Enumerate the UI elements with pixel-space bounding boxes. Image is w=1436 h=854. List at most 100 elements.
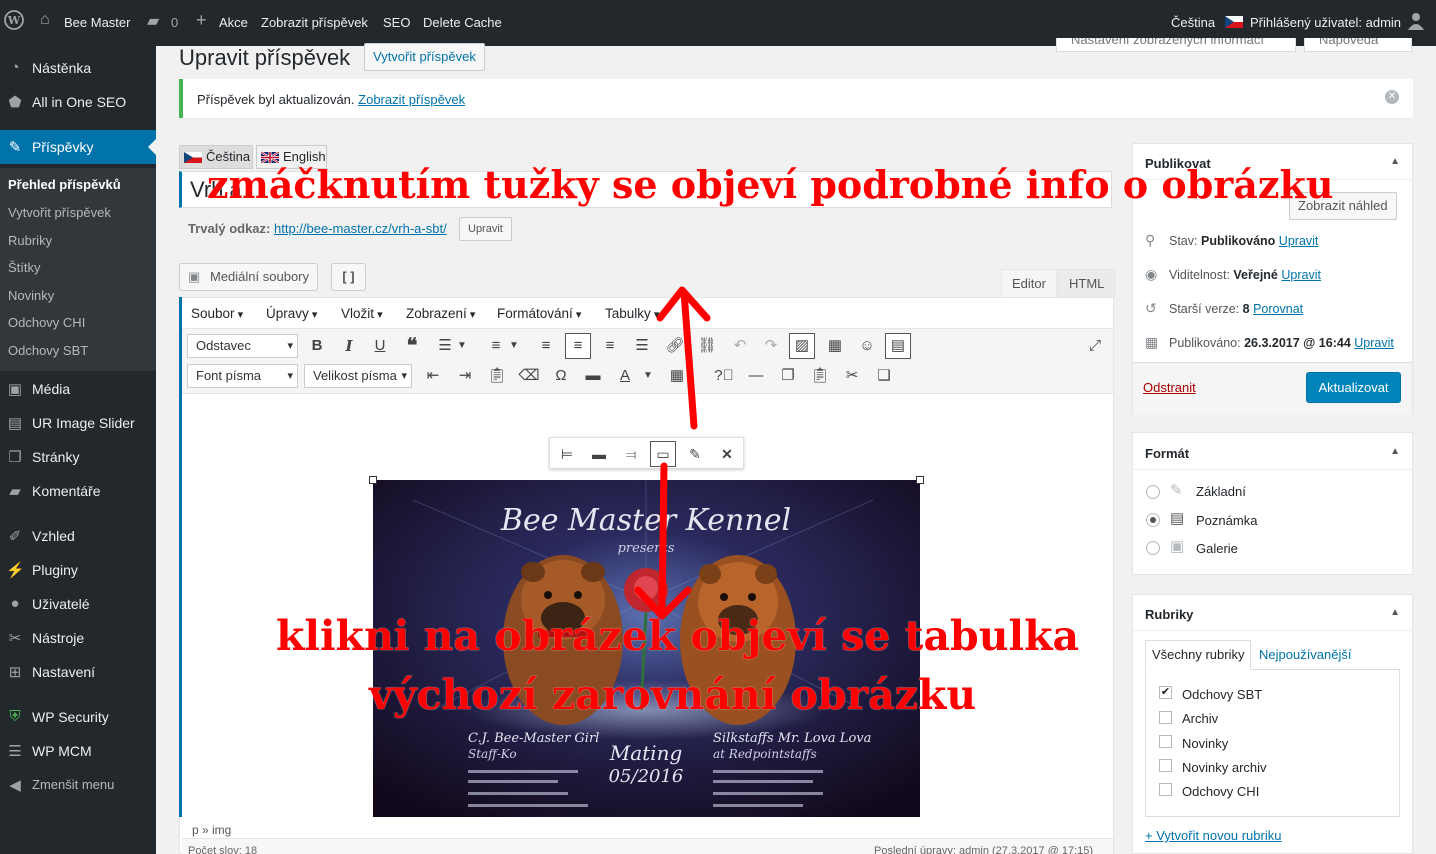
submenu-odchovy-sbt[interactable]: Odchovy SBT <box>8 343 88 358</box>
collapse-arrow-icon[interactable]: ▲ <box>1390 446 1400 457</box>
edit-permalink-button[interactable]: Upravit <box>459 217 512 241</box>
align-right-icon[interactable]: ≡ <box>597 333 623 359</box>
undo-icon[interactable]: ↶ <box>727 333 753 359</box>
indent-icon[interactable]: ⇥ <box>452 363 478 389</box>
menu-format[interactable]: Formátování <box>497 306 581 321</box>
submenu-categories[interactable]: Rubriky <box>8 233 52 248</box>
menu-table[interactable]: Tabulky <box>605 306 659 321</box>
view-post-link[interactable]: Zobrazit příspěvek <box>261 15 368 30</box>
wordpress-logo-icon[interactable]: W <box>4 10 24 35</box>
image-align-none-icon[interactable]: ▭ <box>650 441 676 467</box>
format-radio-gallery[interactable] <box>1146 541 1160 555</box>
menu-wp-security[interactable]: ⛨ WP Security <box>0 700 156 734</box>
update-button[interactable]: Aktualizovat <box>1306 372 1401 403</box>
image-align-center-icon[interactable]: ▬ <box>586 441 612 467</box>
help-icon[interactable]: ?⃝ <box>711 363 737 389</box>
insert-image-icon[interactable]: ▨ <box>789 333 815 359</box>
text-color-icon[interactable]: A <box>612 363 638 389</box>
submenu-news[interactable]: Novinky <box>8 288 54 303</box>
help-tab[interactable]: Nápověda <box>1304 38 1412 52</box>
comments-count[interactable]: 0 <box>171 15 178 30</box>
logged-user-link[interactable]: Přihlášený uživatel: admin <box>1250 15 1401 30</box>
menu-insert[interactable]: Vložit <box>341 306 383 321</box>
menu-plugins[interactable]: ⚡ Pluginy <box>0 553 156 587</box>
cut-icon[interactable]: ✂ <box>839 363 865 389</box>
italic-icon[interactable]: I <box>336 333 362 359</box>
image-edit-pencil-icon[interactable]: ✎ <box>682 441 708 467</box>
menu-tools[interactable]: ✂ Nástroje <box>0 621 156 655</box>
format-radio-aside[interactable] <box>1146 513 1160 527</box>
resize-handle-top-right[interactable] <box>916 476 924 484</box>
blockquote-icon[interactable]: ❝ <box>399 333 425 359</box>
fullscreen-icon[interactable]: ⤢ <box>1082 333 1108 359</box>
submenu-all-posts[interactable]: Přehled příspěvků <box>8 177 121 192</box>
collapse-arrow-icon[interactable]: ▲ <box>1390 156 1400 167</box>
menu-all-in-one-seo[interactable]: ⬟ All in One SEO <box>0 85 156 119</box>
paste-icon[interactable]: 📋︎ <box>807 363 833 389</box>
site-name-link[interactable]: Bee Master <box>64 15 130 30</box>
font-family-select[interactable]: Font písma <box>187 364 298 388</box>
category-checkbox-novinky-archiv[interactable] <box>1159 759 1172 772</box>
submenu-odchovy-chi[interactable]: Odchovy CHI <box>8 315 85 330</box>
menu-users[interactable]: ● Uživatelé <box>0 587 156 621</box>
image-remove-icon[interactable]: ✕ <box>714 441 740 467</box>
new-content-link[interactable]: Akce <box>219 15 248 30</box>
menu-collapse[interactable]: ◀ Zmenšit menu <box>0 768 156 802</box>
tab-visual-editor[interactable]: Editor <box>1001 269 1057 297</box>
menu-comments[interactable]: ▰ Komentáře <box>0 474 156 508</box>
menu-wp-mcm[interactable]: ☰ WP MCM <box>0 734 156 768</box>
image-align-right-icon[interactable]: ⫤ <box>618 441 644 467</box>
emoticons-icon[interactable]: ☺ <box>854 333 880 359</box>
clear-formatting-icon[interactable]: ⌫ <box>516 363 542 389</box>
menu-posts[interactable]: ✎ Příspěvky <box>0 130 156 164</box>
numbered-list-dropdown-icon[interactable]: ▼ <box>506 333 522 359</box>
delete-cache-link[interactable]: Delete Cache <box>423 15 502 30</box>
align-center-icon[interactable]: ≡ <box>565 333 591 359</box>
submenu-add-post[interactable]: Vytvořit příspěvek <box>8 205 111 220</box>
menu-view[interactable]: Zobrazení <box>406 306 475 321</box>
outdent-icon[interactable]: ⇤ <box>420 363 446 389</box>
menu-media[interactable]: ▣ Média <box>0 372 156 406</box>
bullet-list-dropdown-icon[interactable]: ▼ <box>454 333 470 359</box>
dismiss-icon[interactable]: ✕ <box>1385 90 1399 104</box>
screen-options-tab[interactable]: Nastavení zobrazených informací <box>1056 38 1296 52</box>
copy-format-icon[interactable]: ❏ <box>871 363 897 389</box>
toolbar-toggle-icon[interactable]: ▤ <box>885 333 911 359</box>
menu-appearance[interactable]: ✐ Vzhled <box>0 519 156 553</box>
menu-settings[interactable]: ⊞ Nastavení <box>0 655 156 689</box>
edit-status-link[interactable]: Upravit <box>1279 234 1319 248</box>
special-character-icon[interactable]: Ω <box>548 363 574 389</box>
category-checkbox-novinky[interactable] <box>1159 735 1172 748</box>
format-radio-standard[interactable] <box>1146 485 1160 499</box>
align-justify-icon[interactable]: ☰ <box>629 333 655 359</box>
font-size-select[interactable]: Velikost písma <box>304 364 412 388</box>
user-avatar-icon[interactable] <box>1408 12 1424 35</box>
tab-all-categories[interactable]: Všechny rubriky <box>1145 640 1252 670</box>
edit-visibility-link[interactable]: Upravit <box>1281 268 1321 282</box>
bold-icon[interactable]: B <box>304 333 330 359</box>
trash-link[interactable]: Odstranit <box>1143 380 1196 395</box>
copy-icon[interactable]: ❐ <box>775 363 801 389</box>
menu-ur-image-slider[interactable]: ▤ UR Image Slider <box>0 406 156 440</box>
comment-icon[interactable]: ▰ <box>147 11 159 31</box>
table-icon[interactable]: ▦ <box>664 363 690 389</box>
resize-handle-top-left[interactable] <box>369 476 377 484</box>
underline-icon[interactable]: U <box>367 333 393 359</box>
language-switcher[interactable]: Čeština <box>1171 15 1215 30</box>
notice-view-post-link[interactable]: Zobrazit příspěvek <box>358 92 465 107</box>
menu-edit[interactable]: Úpravy <box>266 306 317 321</box>
edit-date-link[interactable]: Upravit <box>1354 336 1394 350</box>
insert-link-icon[interactable]: 🔗︎ <box>662 333 688 359</box>
image-align-left-icon[interactable]: ⊨ <box>554 441 580 467</box>
submenu-tags[interactable]: Štítky <box>8 260 41 275</box>
category-checkbox-odchovy-sbt[interactable]: ✔ <box>1159 686 1172 699</box>
horizontal-line-icon[interactable]: ▬ <box>580 363 606 389</box>
compare-revisions-link[interactable]: Porovnat <box>1253 302 1303 316</box>
redo-icon[interactable]: ↷ <box>758 333 784 359</box>
shortcode-button[interactable]: [ ] <box>331 263 366 291</box>
category-checkbox-odchovy-chi[interactable] <box>1159 783 1172 796</box>
text-color-dropdown-icon[interactable]: ▼ <box>640 363 656 389</box>
seo-link[interactable]: SEO <box>383 15 410 30</box>
insert-media-icon[interactable]: ▦ <box>822 333 848 359</box>
horizontal-rule-icon[interactable]: — <box>743 363 769 389</box>
